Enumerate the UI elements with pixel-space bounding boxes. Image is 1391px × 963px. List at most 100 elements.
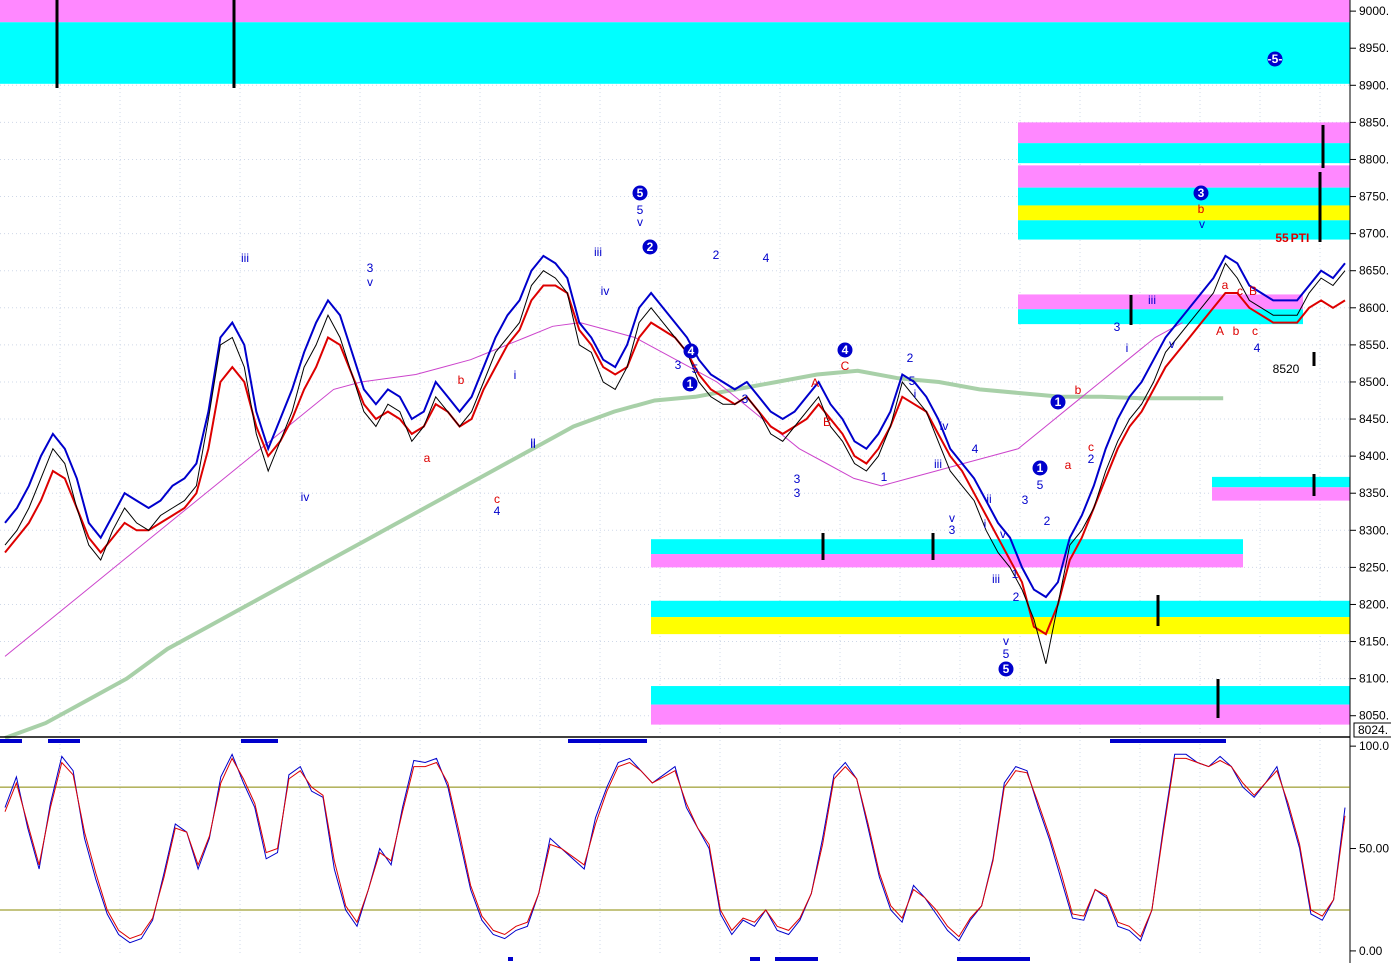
target-zone-band — [0, 22, 1350, 84]
wave-chart: 55viii3viviiiiiiv22 415334 4ACB2iiv1335abc… — [0, 0, 1391, 963]
y-tick-label: 8700. — [1359, 227, 1389, 241]
wave-label: b — [1198, 202, 1205, 216]
wave-label: 4 — [494, 504, 501, 518]
target-zone-band — [651, 600, 1350, 618]
signal-bar — [48, 739, 80, 743]
y-tick-label: 8050. — [1359, 709, 1389, 723]
wave-label: 5 — [1003, 662, 1010, 676]
wave-label: 1 — [881, 470, 888, 484]
wave-label: 3 — [742, 392, 749, 406]
wave-label: v — [1169, 337, 1175, 351]
wave-label: v — [367, 275, 373, 289]
target-zone-band — [651, 686, 1350, 705]
signal-bar — [508, 957, 513, 961]
osc-tick-label: 100.0 — [1359, 739, 1389, 753]
y-tick-label: 8250. — [1359, 560, 1389, 574]
y-tick-label: 8450. — [1359, 412, 1389, 426]
wave-label: C — [841, 359, 850, 373]
wave-label: iv — [301, 490, 310, 504]
y-tick-label: 8350. — [1359, 486, 1389, 500]
wave-label: 3 — [1022, 493, 1029, 507]
wave-label: iii — [1148, 293, 1156, 307]
wave-label: iv — [940, 419, 949, 433]
wave-label: i — [514, 368, 517, 382]
target-zone-band — [1018, 205, 1350, 221]
wave-label: c — [1237, 284, 1243, 298]
wave-label: 1 — [1037, 461, 1044, 475]
wave-label: B — [823, 415, 831, 429]
wave-label: A — [1216, 324, 1224, 338]
wave-label: 4 — [972, 442, 979, 456]
wave-label: i — [984, 517, 987, 531]
last-price-label: 8024. — [1358, 723, 1388, 737]
wave-label: c — [1252, 324, 1258, 338]
wave-label: a — [1065, 458, 1072, 472]
wave-label: b — [1075, 383, 1082, 397]
y-tick-label: 8200. — [1359, 597, 1389, 611]
target-zone-band — [1018, 122, 1350, 144]
y-tick-label: 8550. — [1359, 338, 1389, 352]
wave-label: 5 — [637, 186, 644, 200]
wave-label: -5- — [1268, 52, 1283, 66]
wave-label: 4 — [842, 343, 849, 357]
wave-label: 5 — [692, 362, 699, 376]
target-zone-band — [1018, 143, 1350, 164]
target-zone-band — [1018, 165, 1350, 188]
wave-label: i — [914, 387, 917, 401]
osc-tick-label: 0.00 — [1359, 944, 1383, 958]
y-tick-label: 8300. — [1359, 523, 1389, 537]
wave-label: 4 — [688, 344, 695, 358]
target-zone-band — [1212, 476, 1350, 488]
wave-label: 2 — [713, 248, 720, 262]
y-tick-label: 8400. — [1359, 449, 1389, 463]
wave-label: 3 — [675, 358, 682, 372]
y-tick-label: 8150. — [1359, 635, 1389, 649]
wave-label: 3 — [794, 472, 801, 486]
wave-label: A — [811, 376, 819, 390]
y-tick-label: 8650. — [1359, 264, 1389, 278]
wave-label: iii — [934, 457, 942, 471]
osc-tick-label: 50.00 — [1359, 842, 1389, 856]
wave-label: i — [1126, 341, 1129, 355]
wave-label: 3 — [367, 261, 374, 275]
signal-bar — [0, 739, 22, 743]
wave-label: 2 — [907, 351, 914, 365]
target-zone-band — [651, 617, 1350, 635]
y-tick-label: 8100. — [1359, 672, 1389, 686]
wave-label: a — [1222, 278, 1229, 292]
y-tick-label: 8850. — [1359, 115, 1389, 129]
wave-label: 2 — [1013, 590, 1020, 604]
wave-label: a — [424, 451, 431, 465]
wave-label: 3 — [794, 486, 801, 500]
wave-label: ii — [530, 436, 535, 450]
wave-label: iii — [594, 245, 602, 259]
wave-label: 3 — [1198, 186, 1205, 200]
wave-label: 5 — [1003, 647, 1010, 661]
signal-bar — [568, 739, 647, 743]
target-zone-band — [1018, 187, 1350, 206]
wave-label: 4 — [763, 251, 770, 265]
target-zone-band — [651, 704, 1350, 725]
wave-label: 8520 — [1273, 362, 1300, 376]
target-zone-band — [0, 0, 1350, 23]
wave-label: 1 — [1055, 395, 1062, 409]
wave-label: iv — [601, 284, 610, 298]
y-tick-label: 8800. — [1359, 152, 1389, 166]
signal-bar — [750, 957, 760, 961]
target-zone-band — [651, 539, 1243, 555]
wave-label: 2 — [647, 240, 654, 254]
wave-label: 5 — [1037, 478, 1044, 492]
signal-bar — [775, 957, 818, 961]
wave-label: b — [1233, 324, 1240, 338]
target-zone-band — [1212, 487, 1350, 501]
wave-label: 3 — [949, 523, 956, 537]
wave-label: 1 — [687, 377, 694, 391]
wave-label: 4 — [1254, 341, 1261, 355]
signal-bar — [957, 957, 1030, 961]
wave-label: v — [1000, 527, 1006, 541]
wave-label: b — [458, 373, 465, 387]
wave-label: 55 — [1275, 231, 1289, 245]
y-tick-label: 8600. — [1359, 301, 1389, 315]
wave-label: 2 — [1044, 514, 1051, 528]
signal-bar — [241, 739, 278, 743]
